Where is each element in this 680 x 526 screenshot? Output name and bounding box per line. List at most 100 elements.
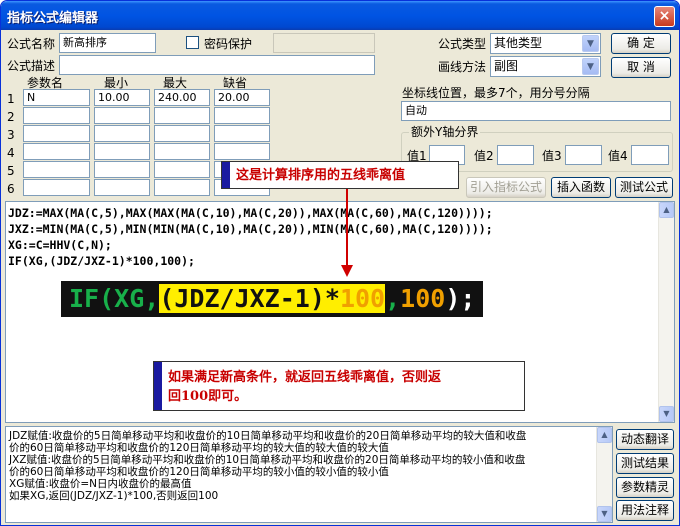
insert-function-button[interactable]: 插入函数: [551, 177, 611, 198]
window-title: 指标公式编辑器: [7, 11, 99, 26]
param-def-input[interactable]: [214, 143, 270, 160]
param-max-input[interactable]: [154, 179, 210, 196]
param-name-input[interactable]: [23, 179, 90, 196]
dynamic-translate-button[interactable]: 动态翻译: [616, 429, 674, 450]
callout-bottom-line2: 回100即可。: [168, 389, 248, 404]
code-line-2: JXZ:=MIN(MA(C,5),MIN(MIN(MA(C,10),MA(C,2…: [8, 222, 493, 236]
import-formula-button[interactable]: 引入指标公式: [466, 177, 546, 198]
test-formula-button[interactable]: 测试公式: [615, 177, 673, 198]
scroll-down-icon[interactable]: ▼: [597, 506, 612, 522]
axis-position-label: 坐标线位置，最多7个，用分号分隔: [402, 86, 590, 100]
param-header-default: 缺省: [223, 76, 248, 90]
extra-y-axis-label: 额外Y轴分界: [409, 125, 481, 139]
callout-top-text: 这是计算排序用的五线乖离值: [236, 168, 406, 183]
axis-position-input[interactable]: 自动: [401, 101, 671, 121]
code-line-1: JDZ:=MAX(MA(C,5),MAX(MAX(MA(C,10),MA(C,2…: [8, 206, 493, 220]
formula-desc-input[interactable]: [59, 55, 375, 75]
param-max-input[interactable]: [154, 161, 210, 178]
notes-scrollbar[interactable]: ▲ ▼: [596, 427, 612, 522]
callout-five-line-bias: 这是计算排序用的五线乖离值: [221, 161, 459, 189]
usage-notes-button[interactable]: 用法注释: [616, 500, 674, 521]
formula-type-select[interactable]: 其他类型 ▼: [490, 33, 601, 54]
param-header-name: 参数名: [27, 76, 64, 90]
callout-bottom-line1: 如果满足新高条件，就返回五线乖离值，否则返: [168, 370, 442, 385]
chevron-down-icon: ▼: [582, 58, 599, 75]
param-min-input[interactable]: [94, 125, 150, 142]
scroll-down-icon[interactable]: ▼: [659, 406, 674, 422]
param-row-number: 1: [7, 92, 15, 106]
note-line-2: 价的60日简单移动平均和收盘价的120日简单移动平均的较大值的较大值的较大值: [9, 442, 389, 454]
param-name-input[interactable]: [23, 125, 90, 142]
callout-return-value: 如果满足新高条件，就返回五线乖离值，否则返 回100即可。: [153, 361, 525, 411]
param-row-number: 4: [7, 146, 15, 160]
editor-scrollbar[interactable]: ▲ ▼: [658, 202, 674, 422]
param-min-input[interactable]: [94, 107, 150, 124]
draw-method-value: 副图: [494, 59, 519, 73]
formula-name-label: 公式名称: [7, 37, 56, 51]
test-result-button[interactable]: 测试结果: [616, 453, 674, 474]
formula-desc-label: 公式描述: [7, 59, 56, 73]
note-line-4: 价的60日简单移动平均和收盘价的120日简单移动平均的较小值的较小值的较小值: [9, 466, 389, 478]
value3-label: 值3: [542, 149, 562, 163]
param-min-input[interactable]: [94, 179, 150, 196]
password-input: [273, 33, 375, 53]
password-label: 密码保护: [204, 37, 253, 51]
note-line-1: JDZ赋值:收盘价的5日简单移动平均和收盘价的10日简单移动平均和收盘价的20日…: [9, 430, 527, 442]
value3-input[interactable]: [565, 145, 602, 165]
param-row-number: 2: [7, 110, 15, 124]
value4-input[interactable]: [631, 145, 669, 165]
param-max-input[interactable]: 240.00: [154, 89, 210, 106]
cancel-button[interactable]: 取 消: [611, 57, 671, 78]
value2-input[interactable]: [497, 145, 534, 165]
param-def-input[interactable]: [214, 107, 270, 124]
draw-method-select[interactable]: 副图 ▼: [490, 56, 601, 77]
note-line-6: 如果XG,返回(JDZ/JXZ-1)*100,否则返回100: [9, 490, 219, 502]
param-header-max: 最大: [163, 76, 188, 90]
zoom-prefix: IF(XG,: [69, 284, 160, 313]
zoom-highlight-number: 100: [339, 284, 386, 313]
scroll-up-icon[interactable]: ▲: [659, 202, 674, 218]
callout-bar: [222, 162, 230, 188]
param-name-input[interactable]: N: [23, 89, 90, 106]
zoom-number: 100: [400, 284, 446, 313]
param-header-min: 最小: [104, 76, 129, 90]
param-min-input[interactable]: 10.00: [94, 89, 150, 106]
param-row-number: 3: [7, 128, 15, 142]
param-min-input[interactable]: [94, 161, 150, 178]
note-line-3: JXZ赋值:收盘价的5日简单移动平均和收盘价的10日简单移动平均和收盘价的20日…: [9, 454, 526, 466]
formula-editor-window: 指标公式编辑器 × 公式名称 新高排序 密码保护 公式类型 其他类型 ▼ 确 定…: [0, 0, 680, 526]
zoomed-code-line: IF(XG,(JDZ/JXZ-1)*100,100);: [61, 281, 484, 317]
formula-translation-panel: JDZ赋值:收盘价的5日简单移动平均和收盘价的10日简单移动平均和收盘价的20日…: [5, 426, 613, 523]
scroll-up-icon[interactable]: ▲: [597, 427, 612, 443]
param-row-number: 5: [7, 164, 15, 178]
arrow-down-icon: [341, 189, 353, 277]
value4-label: 值4: [608, 149, 628, 163]
zoom-suffix: );: [445, 284, 476, 313]
draw-method-label: 画线方法: [438, 60, 487, 74]
code-line-3: XG:=C=HHV(C,N);: [8, 238, 112, 252]
formula-name-input[interactable]: 新高排序: [59, 33, 156, 53]
param-def-input[interactable]: [214, 125, 270, 142]
zoom-comma: ,: [385, 284, 401, 313]
close-button[interactable]: ×: [654, 6, 675, 27]
param-wizard-button[interactable]: 参数精灵: [616, 477, 674, 498]
chevron-down-icon: ▼: [582, 35, 599, 52]
param-name-input[interactable]: [23, 143, 90, 160]
param-def-input[interactable]: 20.00: [214, 89, 270, 106]
password-checkbox[interactable]: [186, 36, 199, 49]
param-max-input[interactable]: [154, 107, 210, 124]
code-line-4: IF(XG,(JDZ/JXZ-1)*100,100);: [8, 254, 195, 268]
callout-bar: [154, 362, 162, 410]
value2-label: 值2: [474, 149, 494, 163]
param-max-input[interactable]: [154, 143, 210, 160]
param-max-input[interactable]: [154, 125, 210, 142]
param-name-input[interactable]: [23, 161, 90, 178]
formula-type-value: 其他类型: [494, 36, 543, 50]
zoom-highlight: (JDZ/JXZ-1)*: [159, 284, 340, 313]
param-min-input[interactable]: [94, 143, 150, 160]
ok-button[interactable]: 确 定: [611, 33, 671, 54]
param-name-input[interactable]: [23, 107, 90, 124]
formula-type-label: 公式类型: [438, 37, 487, 51]
title-bar: 指标公式编辑器 ×: [1, 1, 679, 30]
param-row-number: 6: [7, 182, 15, 196]
